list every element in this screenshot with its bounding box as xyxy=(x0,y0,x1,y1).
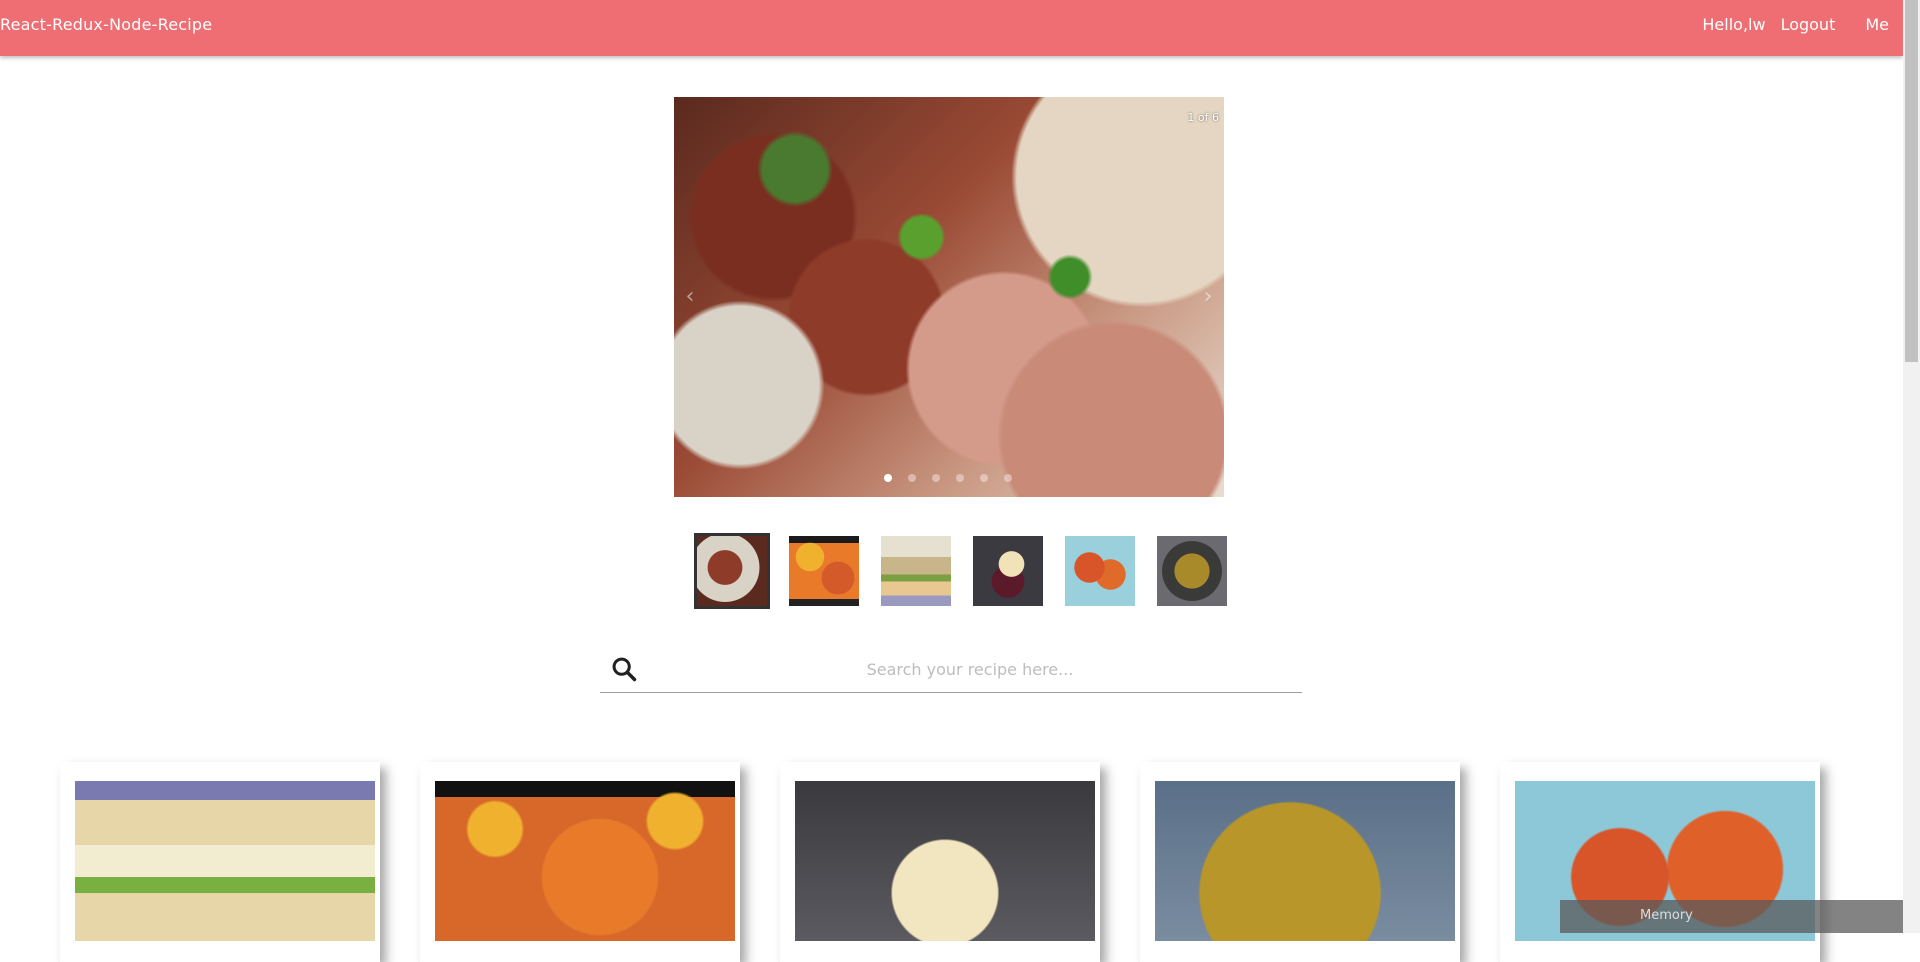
thumbnail-image xyxy=(789,536,859,606)
carousel-dot[interactable] xyxy=(908,474,916,482)
nav-right: Hello,lw Logout Me xyxy=(1702,0,1903,50)
thumbnail-crispy-rice[interactable] xyxy=(1154,533,1230,609)
logout-link[interactable]: Logout xyxy=(1781,0,1836,50)
carousel-dot[interactable] xyxy=(956,474,964,482)
carousel-next-button[interactable]: › xyxy=(1198,282,1218,312)
search-icon[interactable] xyxy=(610,655,638,683)
carousel-counter: 1 of 6 xyxy=(1187,111,1219,124)
carousel-dot[interactable] xyxy=(884,474,892,482)
recipe-card-crispy-rice[interactable] xyxy=(1140,762,1460,962)
thumbnail-image xyxy=(697,536,767,606)
memory-label: Memory xyxy=(1640,908,1693,923)
thumbnail-shrimp-corn-tray[interactable] xyxy=(786,533,862,609)
me-link[interactable]: Me xyxy=(1865,0,1889,50)
user-greeting: Hello,lw xyxy=(1702,15,1766,34)
thumbnail-ice-cream-berries[interactable] xyxy=(970,533,1046,609)
thumbnail-glazed-chicken[interactable] xyxy=(1062,533,1138,609)
recipe-card-ice-cream-berries[interactable] xyxy=(780,762,1100,962)
carousel-dot[interactable] xyxy=(980,474,988,482)
recipe-search-bar xyxy=(600,645,1302,693)
carousel-thumbnails xyxy=(694,533,1230,609)
scrollbar-thumb[interactable] xyxy=(1905,0,1918,362)
recipe-card-image xyxy=(435,781,735,941)
thumbnail-image xyxy=(1157,536,1227,606)
carousel-dot[interactable] xyxy=(1004,474,1012,482)
thumbnail-sandwich[interactable] xyxy=(878,533,954,609)
carousel-dots xyxy=(884,474,1012,482)
thumbnail-image xyxy=(881,536,951,606)
recipe-card-sandwich[interactable] xyxy=(60,762,380,962)
recipe-card-shrimp-corn-tray[interactable] xyxy=(420,762,740,962)
recipe-carousel[interactable]: 1 of 6 ‹ › xyxy=(674,97,1224,497)
recipe-card-image xyxy=(75,781,375,941)
brand-logo[interactable]: React-Redux-Node-Recipe xyxy=(0,0,212,50)
carousel-prev-button[interactable]: ‹ xyxy=(680,282,700,312)
top-navbar: React-Redux-Node-Recipe Hello,lw Logout … xyxy=(0,0,1903,56)
search-input[interactable] xyxy=(648,645,1292,693)
recipe-card-image xyxy=(795,781,1095,941)
thumbnail-grilled-meat[interactable] xyxy=(694,533,770,609)
thumbnail-image xyxy=(1065,536,1135,606)
memory-overlay: Memory xyxy=(1560,900,1903,933)
thumbnail-image xyxy=(973,536,1043,606)
page-scrollbar[interactable] xyxy=(1903,0,1920,933)
carousel-dot[interactable] xyxy=(932,474,940,482)
recipe-card-image xyxy=(1155,781,1455,941)
